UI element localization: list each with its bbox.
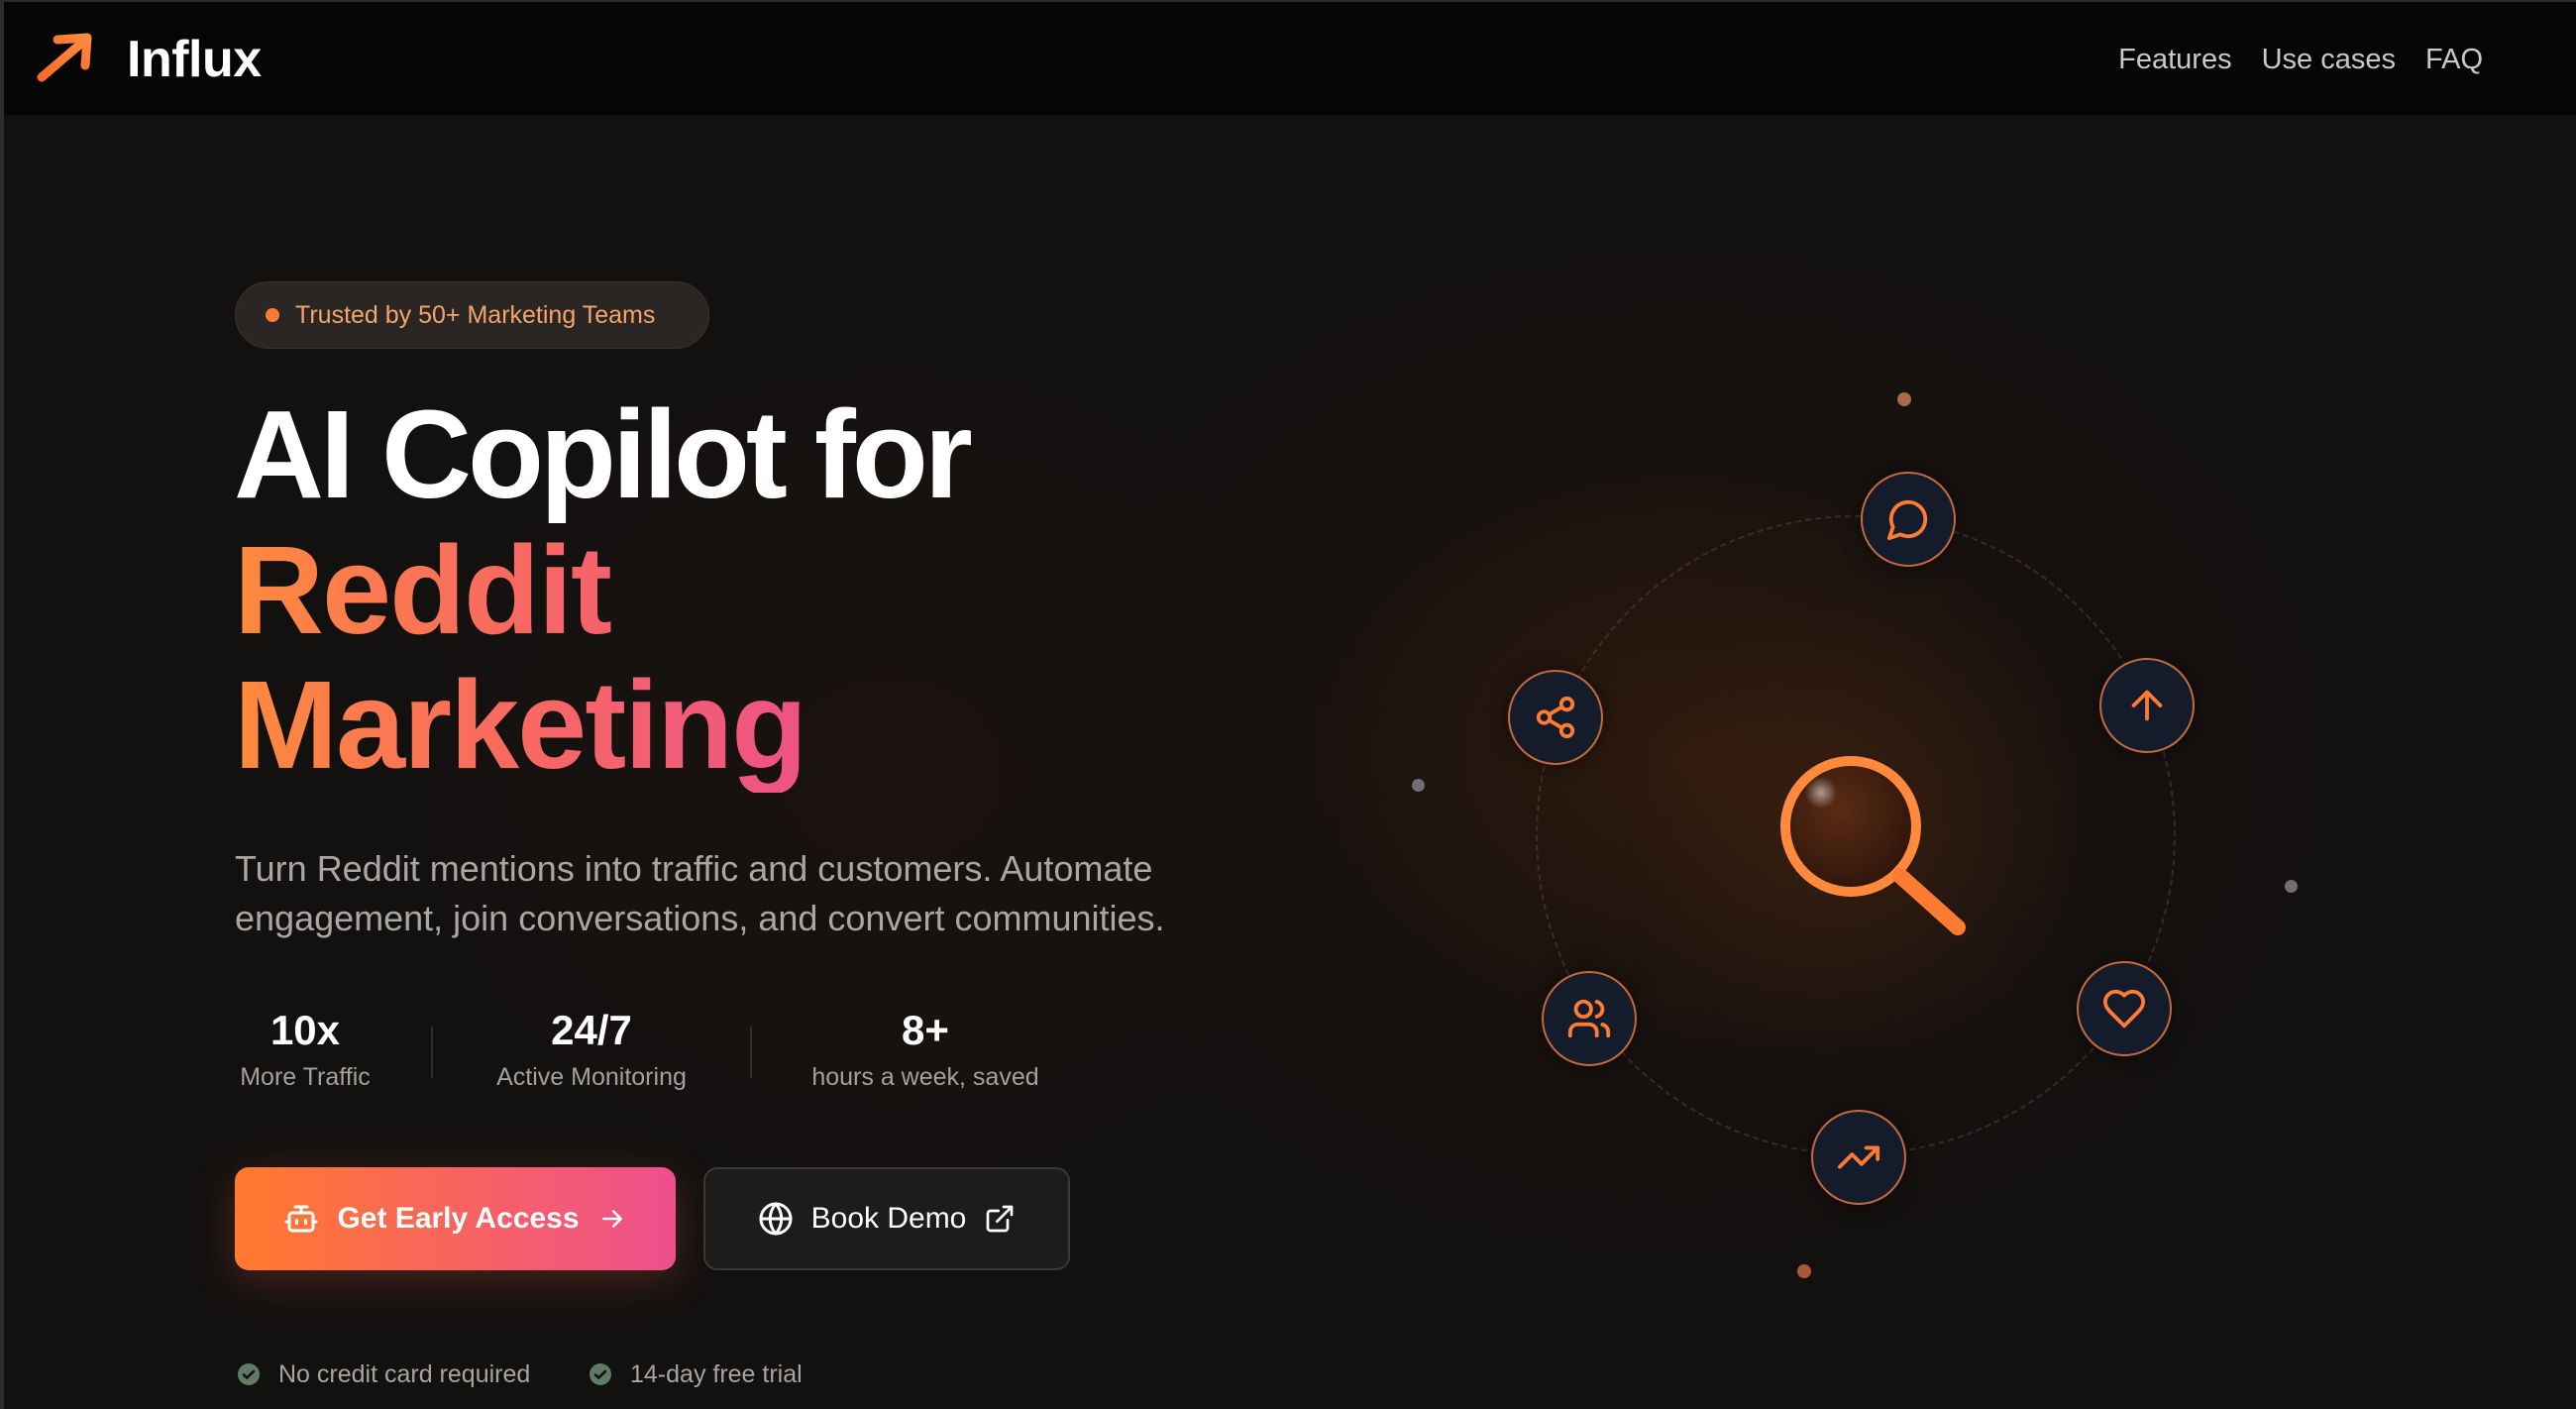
orbit-node-community[interactable] [1542, 971, 1637, 1066]
footnote-free-trial: 14-day free trial [589, 1359, 803, 1389]
users-icon [1567, 999, 1611, 1038]
stat-value: 10x [269, 1007, 341, 1053]
stat-value: 24/7 [551, 1007, 632, 1053]
robot-icon [284, 1205, 318, 1233]
stat-divider [431, 1027, 433, 1078]
logo-text[interactable]: Influx [127, 28, 262, 91]
badge-dot-icon [266, 308, 279, 322]
check-circle-icon [590, 1363, 611, 1385]
arrow-right-icon [601, 1210, 622, 1228]
stat-value: 8+ [902, 1007, 949, 1053]
hero-title: AI Copilot for Reddit Marketing [234, 384, 973, 793]
hero-title-line3: Marketing [234, 658, 969, 793]
get-early-access-button[interactable]: Get Early Access [235, 1167, 676, 1270]
window-edge [0, 0, 4, 1409]
magnifier-icon [1780, 756, 1966, 935]
footnote-no-credit-card: No credit card required [237, 1359, 530, 1389]
trust-badge: Trusted by 50+ Marketing Teams [235, 281, 709, 349]
stat-label: More Traffic [240, 1063, 371, 1091]
globe-icon [759, 1202, 793, 1236]
footnote-text: No credit card required [278, 1360, 531, 1388]
arrow-up-icon [2131, 690, 2163, 721]
trending-up-icon [1837, 1145, 1880, 1169]
nav-link-faq[interactable]: FAQ [2425, 40, 2483, 79]
navbar: Influx Features Use cases FAQ [4, 0, 2576, 115]
sparkle-dot [1412, 779, 1425, 792]
sparkle-dot [1897, 392, 1911, 406]
chat-bubble-icon [1886, 499, 1928, 541]
book-demo-button[interactable]: Book Demo [703, 1167, 1070, 1270]
orbit-node-share[interactable] [1508, 670, 1603, 765]
footnote-text: 14-day free trial [630, 1360, 803, 1388]
logo-arrow-icon[interactable] [36, 32, 97, 85]
stat-divider [750, 1027, 752, 1078]
stat-traffic: 10x More Traffic [235, 1005, 376, 1094]
nav-links: Features Use cases FAQ [2118, 40, 2483, 79]
share-icon [1536, 696, 1575, 739]
nav-link-features[interactable]: Features [2118, 40, 2231, 79]
hero-title-line1: AI Copilot for [234, 384, 973, 524]
badge-text: Trusted by 50+ Marketing Teams [295, 301, 656, 329]
stat-hours-saved: 8+ hours a week, saved [803, 1005, 1048, 1094]
stat-monitoring: 24/7 Active Monitoring [485, 1005, 698, 1094]
stat-label: Active Monitoring [496, 1063, 687, 1091]
sparkle-dot [2285, 880, 2298, 893]
sparkle-dot [1797, 1264, 1811, 1278]
hero-description: Turn Reddit mentions into traffic and cu… [235, 848, 1165, 938]
orbit-node-upvote[interactable] [2099, 658, 2195, 753]
stat-label: hours a week, saved [811, 1063, 1039, 1091]
check-circle-icon [238, 1363, 260, 1385]
hero-title-line2: Reddit [234, 523, 969, 658]
external-link-icon [987, 1205, 1014, 1233]
orbit-node-like[interactable] [2077, 961, 2172, 1056]
nav-link-use-cases[interactable]: Use cases [2262, 40, 2396, 79]
heart-icon [2102, 989, 2146, 1029]
get-early-access-label: Get Early Access [337, 1202, 580, 1235]
orbit-node-chat[interactable] [1861, 472, 1956, 567]
book-demo-label: Book Demo [810, 1202, 967, 1235]
orbit-node-growth[interactable] [1811, 1110, 1906, 1205]
